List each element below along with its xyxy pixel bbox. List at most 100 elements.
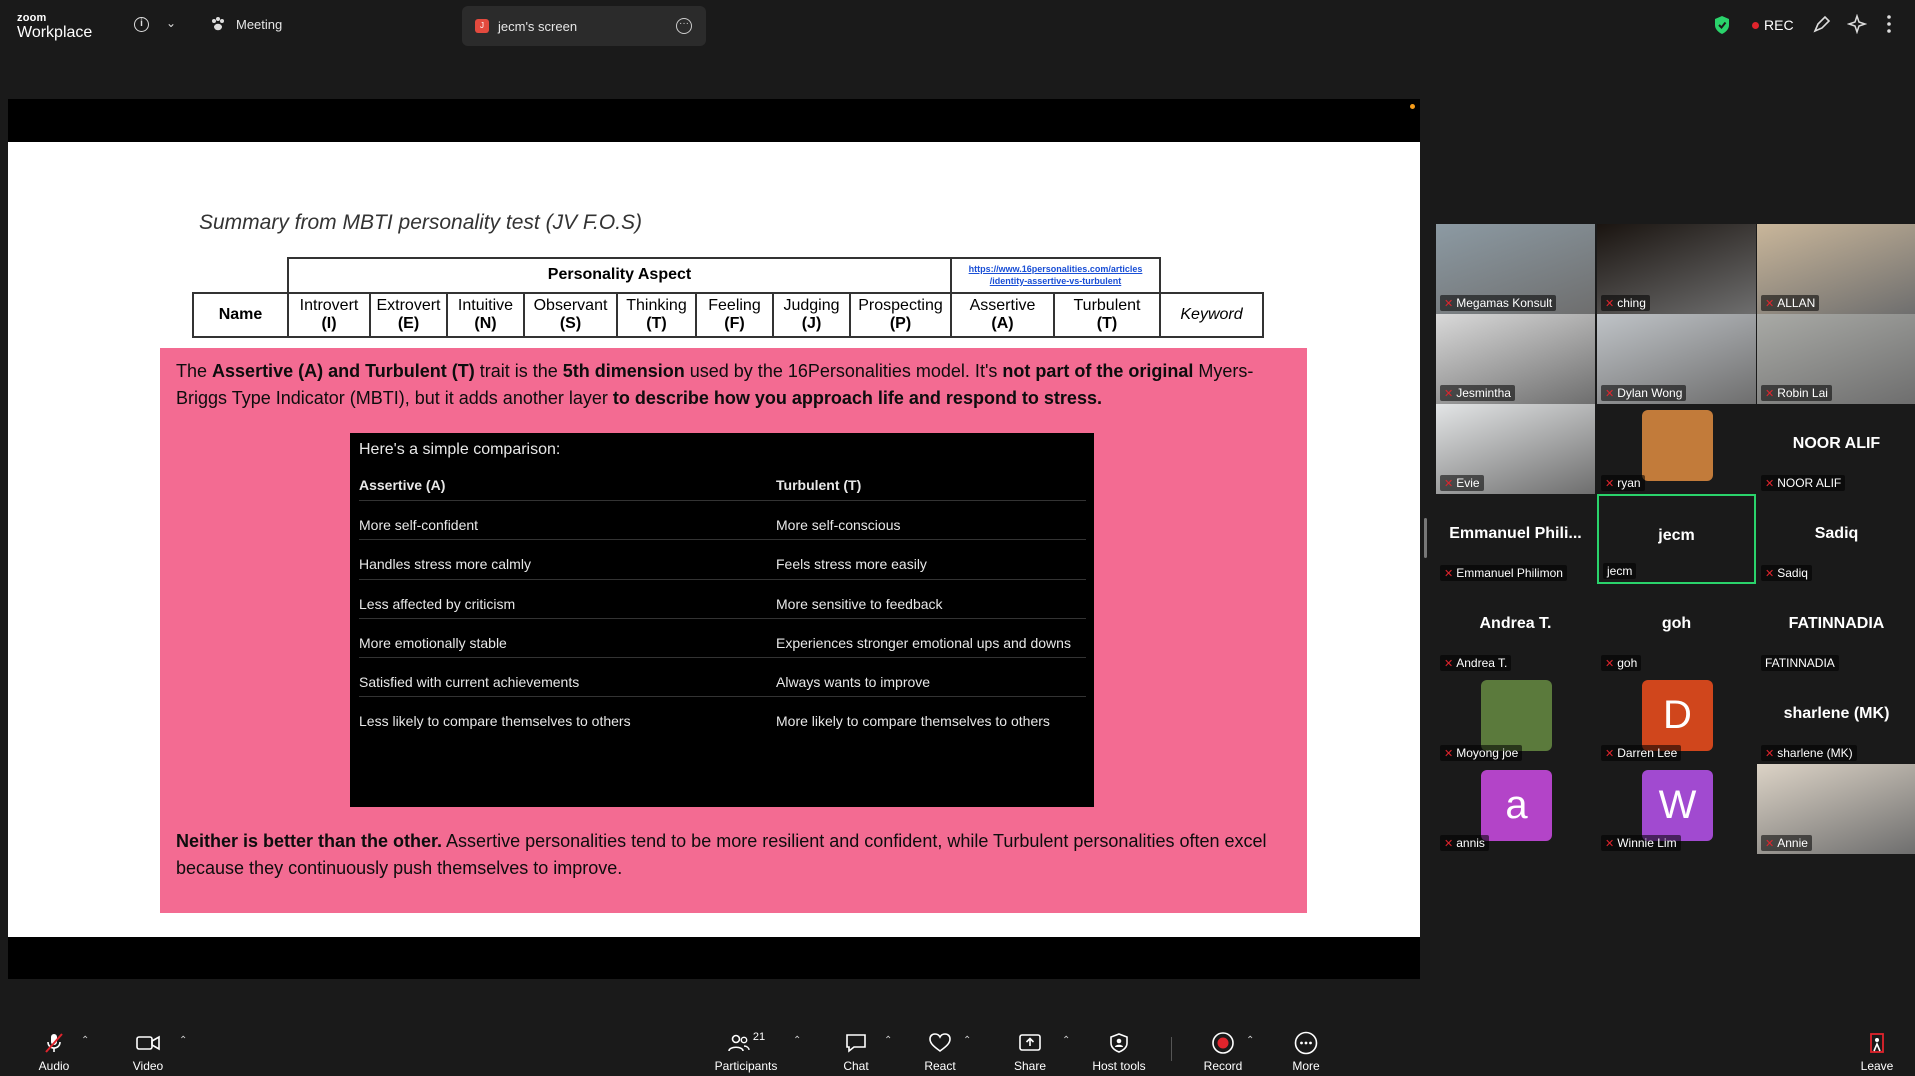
participant-display-name: Sadiq <box>1814 525 1859 542</box>
trait-header: Feeling (F) <box>695 292 774 338</box>
participant-tile[interactable]: D ✕ Darren Lee <box>1597 674 1756 764</box>
shield-icon[interactable] <box>1713 15 1731 35</box>
participant-tile[interactable]: ✕ Jesmintha <box>1436 314 1595 404</box>
panel-resize-handle[interactable] <box>1424 518 1427 558</box>
video-button[interactable]: Video <box>128 1031 168 1073</box>
leave-button[interactable]: Leave <box>1857 1031 1897 1073</box>
chevron-down-icon[interactable]: ⌄ <box>166 16 176 30</box>
host-tools-button[interactable]: Host tools <box>1089 1031 1149 1073</box>
chat-options-caret-icon[interactable]: ⌃ <box>884 1035 892 1046</box>
record-icon <box>1212 1032 1234 1054</box>
participant-name: ALLAN <box>1777 296 1816 310</box>
comparison-table: Here's a simple comparison: Assertive (A… <box>350 433 1094 807</box>
sparkle-icon[interactable] <box>1847 14 1867 34</box>
participant-tile[interactable]: Andrea T. ✕ Andrea T. <box>1436 584 1595 674</box>
muted-mic-icon: ✕ <box>1444 477 1454 490</box>
participant-name: Darren Lee <box>1617 746 1678 760</box>
reference-link-2[interactable]: /identity-assertive-vs-turbulent <box>952 276 1159 288</box>
participants-options-caret-icon[interactable]: ⌃ <box>793 1035 801 1046</box>
participant-tile[interactable]: FATINNADIA FATINNADIA <box>1757 584 1915 674</box>
conclusion-paragraph: Neither is better than the other. Assert… <box>176 831 1267 878</box>
more-button[interactable]: More <box>1286 1031 1326 1073</box>
muted-mic-icon: ✕ <box>1765 567 1775 580</box>
muted-mic-icon: ✕ <box>1765 387 1775 400</box>
recording-indicator[interactable]: REC <box>1752 17 1794 33</box>
participant-tile[interactable]: ✕ Annie <box>1757 764 1915 854</box>
participant-name-label: ✕ Emmanuel Philimon <box>1440 565 1567 581</box>
trait-header: Prospecting (P) <box>849 292 952 338</box>
video-options-caret-icon[interactable]: ⌃ <box>179 1035 187 1046</box>
share-button[interactable]: Share <box>1010 1031 1050 1073</box>
participant-name-label: FATINNADIA <box>1761 655 1839 671</box>
more-label: More <box>1292 1059 1320 1073</box>
participant-tile[interactable]: a ✕ annis <box>1436 764 1595 854</box>
participant-name: Jesmintha <box>1456 386 1511 400</box>
trait-header: Assertive (A) <box>950 292 1055 338</box>
participant-tile[interactable]: ✕ ALLAN <box>1757 224 1915 314</box>
participant-tile[interactable]: ✕ Moyong joe <box>1436 674 1595 764</box>
participant-name: Annie <box>1777 836 1808 850</box>
reference-link[interactable]: https://www.16personalities.com/articles <box>952 264 1159 276</box>
screen-share-tab[interactable]: J jecm's screen ··· <box>462 6 706 46</box>
more-options-icon[interactable]: ··· <box>676 18 692 34</box>
participant-tile[interactable]: ✕ ryan <box>1597 404 1756 494</box>
microphone-muted-icon <box>45 1033 63 1053</box>
participant-name: Emmanuel Philimon <box>1456 566 1563 580</box>
audio-options-caret-icon[interactable]: ⌃ <box>81 1035 89 1046</box>
host-tools-label: Host tools <box>1092 1059 1146 1073</box>
react-button[interactable]: React <box>920 1031 960 1073</box>
participant-tile[interactable]: sharlene (MK) ✕ sharlene (MK) <box>1757 674 1915 764</box>
share-status-dot <box>1410 104 1415 109</box>
vertical-dots-icon[interactable] <box>1885 14 1893 34</box>
chat-icon <box>846 1034 866 1053</box>
meeting-info-icon[interactable]: i <box>134 17 149 32</box>
participant-tile[interactable]: Sadiq ✕ Sadiq <box>1757 494 1915 584</box>
share-screen-icon <box>1019 1034 1041 1051</box>
share-indicator-icon: J <box>475 19 489 33</box>
participant-name-label: ✕ Winnie Lim <box>1601 835 1681 851</box>
participant-name-label: ✕ Sadiq <box>1761 565 1812 581</box>
record-options-caret-icon[interactable]: ⌃ <box>1246 1035 1254 1046</box>
participant-tile[interactable]: jecm jecm <box>1597 494 1756 584</box>
share-options-caret-icon[interactable]: ⌃ <box>1062 1035 1070 1046</box>
leave-label: Leave <box>1860 1059 1894 1073</box>
participant-tile[interactable]: Emmanuel Phili... ✕ Emmanuel Philimon <box>1436 494 1595 584</box>
name-header: Name <box>192 292 289 338</box>
reference-link-cell[interactable]: https://www.16personalities.com/articles… <box>950 257 1161 294</box>
participant-name-label: ✕ Jesmintha <box>1440 385 1515 401</box>
meeting-tab[interactable]: Meeting <box>210 16 282 32</box>
react-options-caret-icon[interactable]: ⌃ <box>963 1035 971 1046</box>
audio-button[interactable]: Audio <box>36 1031 72 1073</box>
participant-name-label: ✕ Darren Lee <box>1601 745 1682 761</box>
participant-tile[interactable]: NOOR ALIF ✕ NOOR ALIF <box>1757 404 1915 494</box>
participants-button[interactable]: 21 Participants <box>712 1031 780 1073</box>
muted-mic-icon: ✕ <box>1605 747 1615 760</box>
participant-name-label: ✕ Moyong joe <box>1440 745 1523 761</box>
participant-display-name: FATINNADIA <box>1788 615 1885 632</box>
audio-label: Audio <box>38 1059 70 1073</box>
chat-button[interactable]: Chat <box>836 1031 876 1073</box>
table-empty-cell <box>1160 258 1263 293</box>
participant-tile[interactable]: ✕ Evie <box>1436 404 1595 494</box>
participant-tile[interactable]: ✕ Megamas Konsult <box>1436 224 1595 314</box>
participant-name: sharlene (MK) <box>1777 746 1853 760</box>
muted-mic-icon: ✕ <box>1605 477 1615 490</box>
participant-tile[interactable]: ✕ Dylan Wong <box>1597 314 1756 404</box>
muted-mic-icon: ✕ <box>1444 297 1454 310</box>
toolbar-divider <box>1171 1037 1172 1061</box>
participant-name-label: ✕ Robin Lai <box>1761 385 1832 401</box>
participants-label: Participants <box>714 1059 778 1073</box>
participant-name: Robin Lai <box>1777 386 1828 400</box>
participant-tile[interactable]: W ✕ Winnie Lim <box>1597 764 1756 854</box>
muted-mic-icon: ✕ <box>1444 657 1454 670</box>
record-button[interactable]: Record <box>1203 1031 1243 1073</box>
share-label: Share <box>1013 1059 1047 1073</box>
participant-name: FATINNADIA <box>1765 656 1835 670</box>
participant-tile[interactable]: ✕ ching <box>1597 224 1756 314</box>
trait-header: Thinking (T) <box>616 292 697 338</box>
annotate-icon[interactable] <box>1812 14 1832 34</box>
participant-tile[interactable]: goh ✕ goh <box>1597 584 1756 674</box>
react-label: React <box>924 1059 956 1073</box>
participant-tile[interactable]: ✕ Robin Lai <box>1757 314 1915 404</box>
trait-header: Introvert (I) <box>287 292 371 338</box>
